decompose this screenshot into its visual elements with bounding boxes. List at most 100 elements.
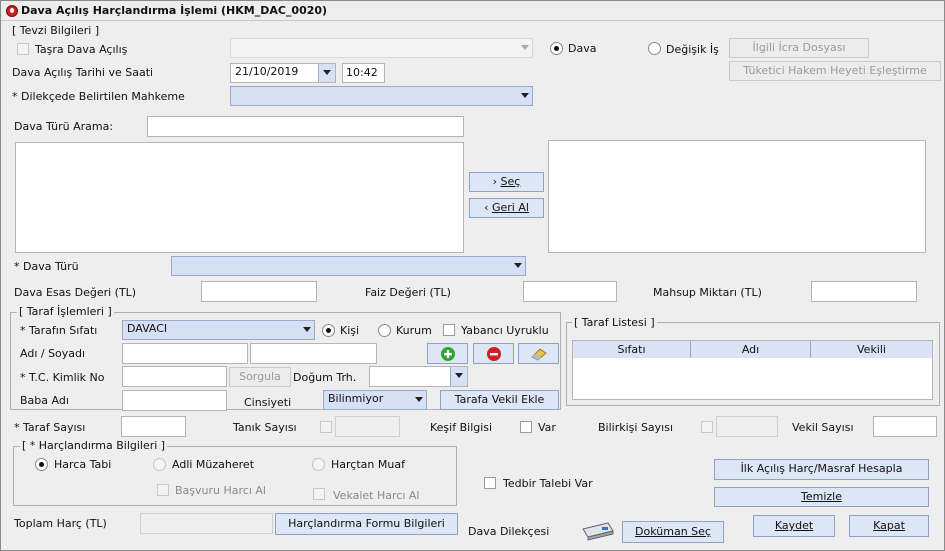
vekil-sayisi-input[interactable] — [873, 416, 937, 437]
tc-input[interactable] — [122, 366, 227, 387]
temizle-button[interactable]: Temizle — [714, 487, 929, 507]
mahkeme-combo[interactable] — [230, 86, 533, 106]
faiz-degeri-label: Faiz Değeri (TL) — [365, 286, 451, 299]
adsoyad-label: Adı / Soyadı — [20, 347, 86, 360]
geri-al-button[interactable]: ‹ Geri Al — [469, 198, 544, 218]
dokuman-sec-button-label: Doküman Seç — [635, 525, 711, 538]
temizle-button-label: Temizle — [801, 490, 842, 503]
dava-turu-arama-input[interactable] — [147, 116, 464, 137]
vekalet-harci-checkbox[interactable] — [313, 488, 325, 500]
ilgili-icra-button[interactable]: İlgili İcra Dosyası — [729, 38, 869, 58]
yabanci-uyruklu-label: Yabancı Uyruklu — [461, 324, 549, 337]
tedbir-checkbox[interactable] — [484, 477, 496, 489]
kapat-button[interactable]: Kapat — [849, 515, 929, 537]
column-header-sifati[interactable]: Sıfatı — [573, 341, 691, 358]
sec-button[interactable]: › Seç — [469, 172, 544, 192]
radio-degisik-is-label: Değişik İş — [666, 43, 719, 56]
dogum-trh-field[interactable] — [369, 366, 468, 387]
add-party-button[interactable] — [427, 343, 468, 364]
tanik-sayisi-input[interactable] — [335, 416, 400, 437]
saat-field[interactable]: 10:42 — [342, 63, 385, 83]
radio-kurum[interactable] — [378, 324, 391, 337]
ad-input[interactable] — [122, 343, 248, 364]
dava-turu-label: * Dava Türü — [14, 260, 79, 273]
chevron-down-icon — [303, 327, 311, 332]
taraf-listesi-table[interactable]: Sıfatı Adı Vekili — [572, 340, 933, 400]
radio-harctan-muaf-label: Harçtan Muaf — [331, 458, 405, 471]
chevron-down-icon — [514, 263, 522, 268]
column-header-vekili[interactable]: Vekili — [811, 341, 932, 358]
kesif-var-label: Var — [538, 421, 556, 434]
soyad-input[interactable] — [250, 343, 377, 364]
radio-kisi[interactable] — [322, 324, 335, 337]
tanik-sayisi-label: Tanık Sayısı — [233, 421, 297, 434]
scanner-icon[interactable] — [580, 517, 615, 541]
esas-degeri-input[interactable] — [201, 281, 317, 302]
sifat-value: DAVACI — [127, 322, 168, 335]
faiz-degeri-input[interactable] — [523, 281, 617, 302]
taraf-listesi-label: [ Taraf Listesi ] — [572, 316, 657, 329]
taraf-islemleri-label: [ Taraf İşlemleri ] — [17, 305, 114, 318]
mahsup-miktari-label: Mahsup Miktarı (TL) — [653, 286, 762, 299]
basvuru-harci-label: Başvuru Harcı Al — [175, 484, 266, 497]
window-title: Dava Açılış Harçlandırma İşlemi (HKM_DAC… — [21, 4, 328, 17]
tasra-checkbox[interactable] — [17, 43, 29, 55]
bilirkisi-sayisi-input[interactable] — [716, 416, 778, 437]
kesif-var-checkbox[interactable] — [520, 421, 532, 433]
dava-turu-arama-label: Dava Türü Arama: — [14, 120, 114, 133]
tc-label: * T.C. Kimlik No — [20, 371, 105, 384]
dava-turu-selected-list[interactable] — [548, 140, 926, 253]
chevron-down-icon — [521, 45, 529, 50]
tuketici-hakem-button[interactable]: Tüketici Hakem Heyeti Eşleştirme — [729, 61, 941, 81]
sorgula-button[interactable]: Sorgula — [229, 367, 291, 387]
sifat-combo[interactable]: DAVACI — [122, 320, 315, 340]
toplam-harc-label: Toplam Harç (TL) — [14, 517, 107, 530]
radio-kurum-label: Kurum — [396, 324, 432, 337]
radio-adli-muzaheret-label: Adli Müzaheret — [172, 458, 255, 471]
minus-icon — [487, 347, 501, 361]
dava-turu-available-list[interactable] — [15, 142, 464, 253]
tanik-checkbox[interactable] — [320, 421, 332, 433]
cinsiyet-value: Bilinmiyor — [328, 392, 384, 405]
column-header-adi[interactable]: Adı — [691, 341, 811, 358]
remove-party-button[interactable] — [473, 343, 514, 364]
dava-turu-combo[interactable] — [171, 256, 526, 276]
radio-dava[interactable] — [550, 42, 563, 55]
scanner-svg — [582, 522, 614, 541]
radio-harctan-muaf[interactable] — [312, 458, 325, 471]
calendar-dropdown-icon[interactable] — [450, 367, 467, 386]
vekil-sayisi-label: Vekil Sayısı — [792, 421, 854, 434]
tarafa-vekil-ekle-button[interactable]: Tarafa Vekil Ekle — [440, 390, 559, 410]
radio-adli-muzaheret[interactable] — [153, 458, 166, 471]
tarih-field[interactable]: 21/10/2019 — [230, 63, 336, 83]
esas-degeri-label: Dava Esas Değeri (TL) — [14, 286, 137, 299]
radio-harca-tabi[interactable] — [35, 458, 48, 471]
chevron-down-icon — [415, 397, 423, 402]
app-logo-icon — [6, 5, 18, 17]
harclandirma-formu-button[interactable]: Harçlandırma Formu Bilgileri — [275, 513, 458, 535]
sifat-label: * Tarafın Sıfatı — [20, 324, 98, 337]
eraser-icon — [531, 348, 547, 361]
tasra-label: Taşra Dava Açılış — [35, 43, 128, 56]
dokuman-sec-button[interactable]: Doküman Seç — [622, 521, 724, 543]
yabanci-uyruklu-checkbox[interactable] — [443, 324, 455, 336]
clear-party-button[interactable] — [518, 343, 559, 364]
kaydet-button-label: Kaydet — [774, 519, 814, 532]
mahsup-miktari-input[interactable] — [811, 281, 917, 302]
plus-icon — [441, 347, 455, 361]
tevzi-combo[interactable] — [230, 38, 533, 58]
harclandirma-label: [ * Harçlandırma Bilgileri ] — [20, 439, 168, 452]
taraf-sayisi-input[interactable] — [121, 416, 186, 437]
kaydet-button[interactable]: Kaydet — [753, 515, 835, 537]
dava-dilekcesi-label: Dava Dilekçesi — [468, 525, 550, 538]
cinsiyet-combo[interactable]: Bilinmiyor — [323, 390, 427, 410]
ilk-acilis-harc-button[interactable]: İlk Açılış Harç/Masraf Hesapla — [714, 459, 929, 480]
bilirkisi-checkbox[interactable] — [701, 421, 713, 433]
basvuru-harci-checkbox[interactable] — [157, 484, 169, 496]
baba-adi-input[interactable] — [122, 390, 227, 411]
cinsiyet-label: Cinsiyeti — [244, 396, 292, 409]
baba-adi-label: Baba Adı — [20, 394, 69, 407]
taraf-sayisi-label: * Taraf Sayısı — [14, 421, 86, 434]
radio-degisik-is[interactable] — [648, 42, 661, 55]
calendar-dropdown-icon[interactable] — [318, 64, 335, 82]
